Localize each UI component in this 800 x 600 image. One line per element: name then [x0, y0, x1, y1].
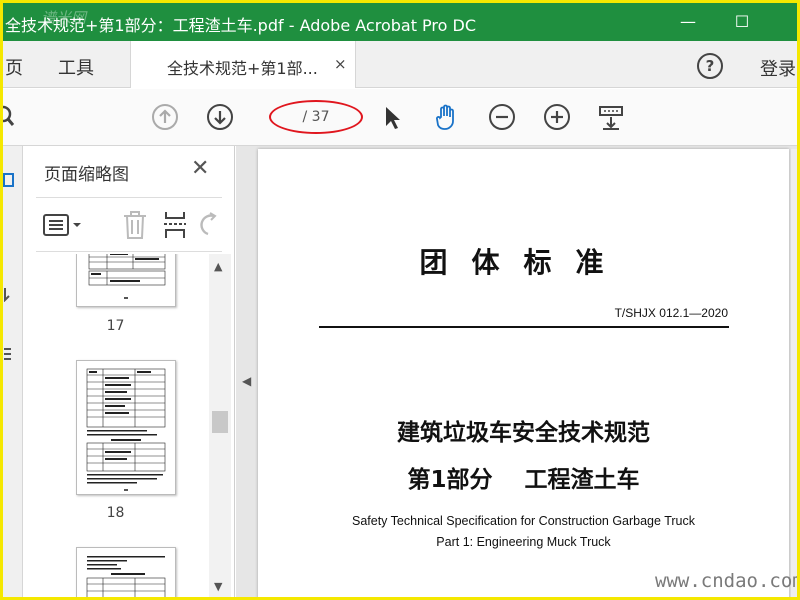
thumbnail-page-19[interactable]	[76, 547, 176, 597]
scroll-down-icon[interactable]: ▼	[214, 580, 222, 593]
thumbnail-list: 17 18	[23, 254, 208, 597]
document-tab[interactable]: 全技术规范+第1部... ×	[130, 41, 356, 88]
select-cursor-icon[interactable]	[378, 103, 406, 131]
collapse-pane-icon[interactable]: ◀	[242, 374, 251, 388]
maximize-button[interactable]: ☐	[724, 9, 760, 35]
help-icon[interactable]: ?	[697, 53, 723, 79]
document-subtitle-cn: 第1部分 工程渣土车	[407, 467, 640, 493]
document-title-en: Safety Technical Specification for Const…	[352, 514, 695, 528]
rotate-page-icon[interactable]	[200, 210, 222, 244]
login-button[interactable]: 登录	[760, 55, 796, 81]
attachments-icon[interactable]	[3, 346, 17, 366]
toolbar: / 37	[3, 89, 797, 146]
standard-type-heading: 团体标准	[419, 246, 628, 279]
site-watermark: www.cndao.com	[655, 570, 797, 592]
standard-code: T/SHJX 012.1—2020	[614, 306, 728, 320]
title-bar: 全技术规范+第1部分：工程渣土车.pdf - Adobe Acrobat Pro…	[3, 3, 797, 41]
options-menu-icon[interactable]	[42, 212, 84, 242]
zoom-in-icon[interactable]	[543, 103, 571, 131]
delete-page-icon[interactable]	[122, 210, 148, 244]
search-icon[interactable]	[3, 103, 25, 131]
page-display-icon[interactable]	[597, 103, 625, 131]
split-page-icon[interactable]	[162, 210, 188, 244]
document-scrollbar[interactable]	[791, 149, 797, 597]
header-rule	[319, 326, 729, 328]
close-panel-button[interactable]: ✕	[191, 156, 209, 181]
tab-bar: 页 工具 全技术规范+第1部... × ? 登录	[3, 41, 797, 88]
panel-title: 页面缩略图	[44, 165, 129, 185]
tab-tools[interactable]: 工具	[58, 54, 94, 80]
app-window: 全技术规范+第1部分：工程渣土车.pdf - Adobe Acrobat Pro…	[3, 3, 797, 597]
bookmarks-icon[interactable]	[3, 286, 17, 306]
red-annotation-oval	[269, 100, 363, 134]
minimize-button[interactable]: —	[670, 9, 706, 35]
thumbnail-scrollbar[interactable]: ▲ ▼	[209, 254, 231, 597]
page-number-field[interactable]: / 37	[269, 100, 363, 134]
document-subtitle-en: Part 1: Engineering Muck Truck	[436, 535, 611, 549]
scrollbar-thumb[interactable]	[212, 411, 228, 433]
close-tab-button[interactable]: ×	[334, 55, 347, 73]
zoom-out-icon[interactable]	[488, 103, 516, 131]
thumbnail-number-17: 17	[106, 318, 125, 334]
page-thumbnails-icon[interactable]	[3, 172, 17, 194]
scroll-up-icon[interactable]: ▲	[214, 260, 222, 273]
thumbnail-page-18[interactable]	[76, 360, 176, 495]
thumbnail-number-18: 18	[106, 505, 125, 521]
page-thumbnails-panel: 页面缩略图 ✕ 17 18 ▲ ▼	[23, 146, 235, 597]
pdf-page: 团体标准 T/SHJX 012.1—2020 建筑垃圾车安全技术规范 第1部分 …	[258, 149, 789, 597]
arrow-down-icon[interactable]	[206, 103, 234, 131]
document-view: ◀ 团体标准 T/SHJX 012.1—2020 建筑垃圾车安全技术规范 第1部…	[236, 146, 797, 597]
thumbnail-page-17[interactable]	[76, 254, 176, 307]
watermark-logo: 谱米网	[41, 9, 87, 27]
document-title-cn: 建筑垃圾车安全技术规范	[397, 420, 650, 446]
tab-home[interactable]: 页	[5, 54, 23, 80]
navigation-pane-strip	[3, 146, 23, 597]
hand-tool-icon[interactable]	[433, 103, 461, 131]
panel-toolbar	[36, 197, 222, 252]
document-tab-label: 全技术规范+第1部...	[167, 59, 318, 78]
arrow-up-icon[interactable]	[151, 103, 179, 131]
